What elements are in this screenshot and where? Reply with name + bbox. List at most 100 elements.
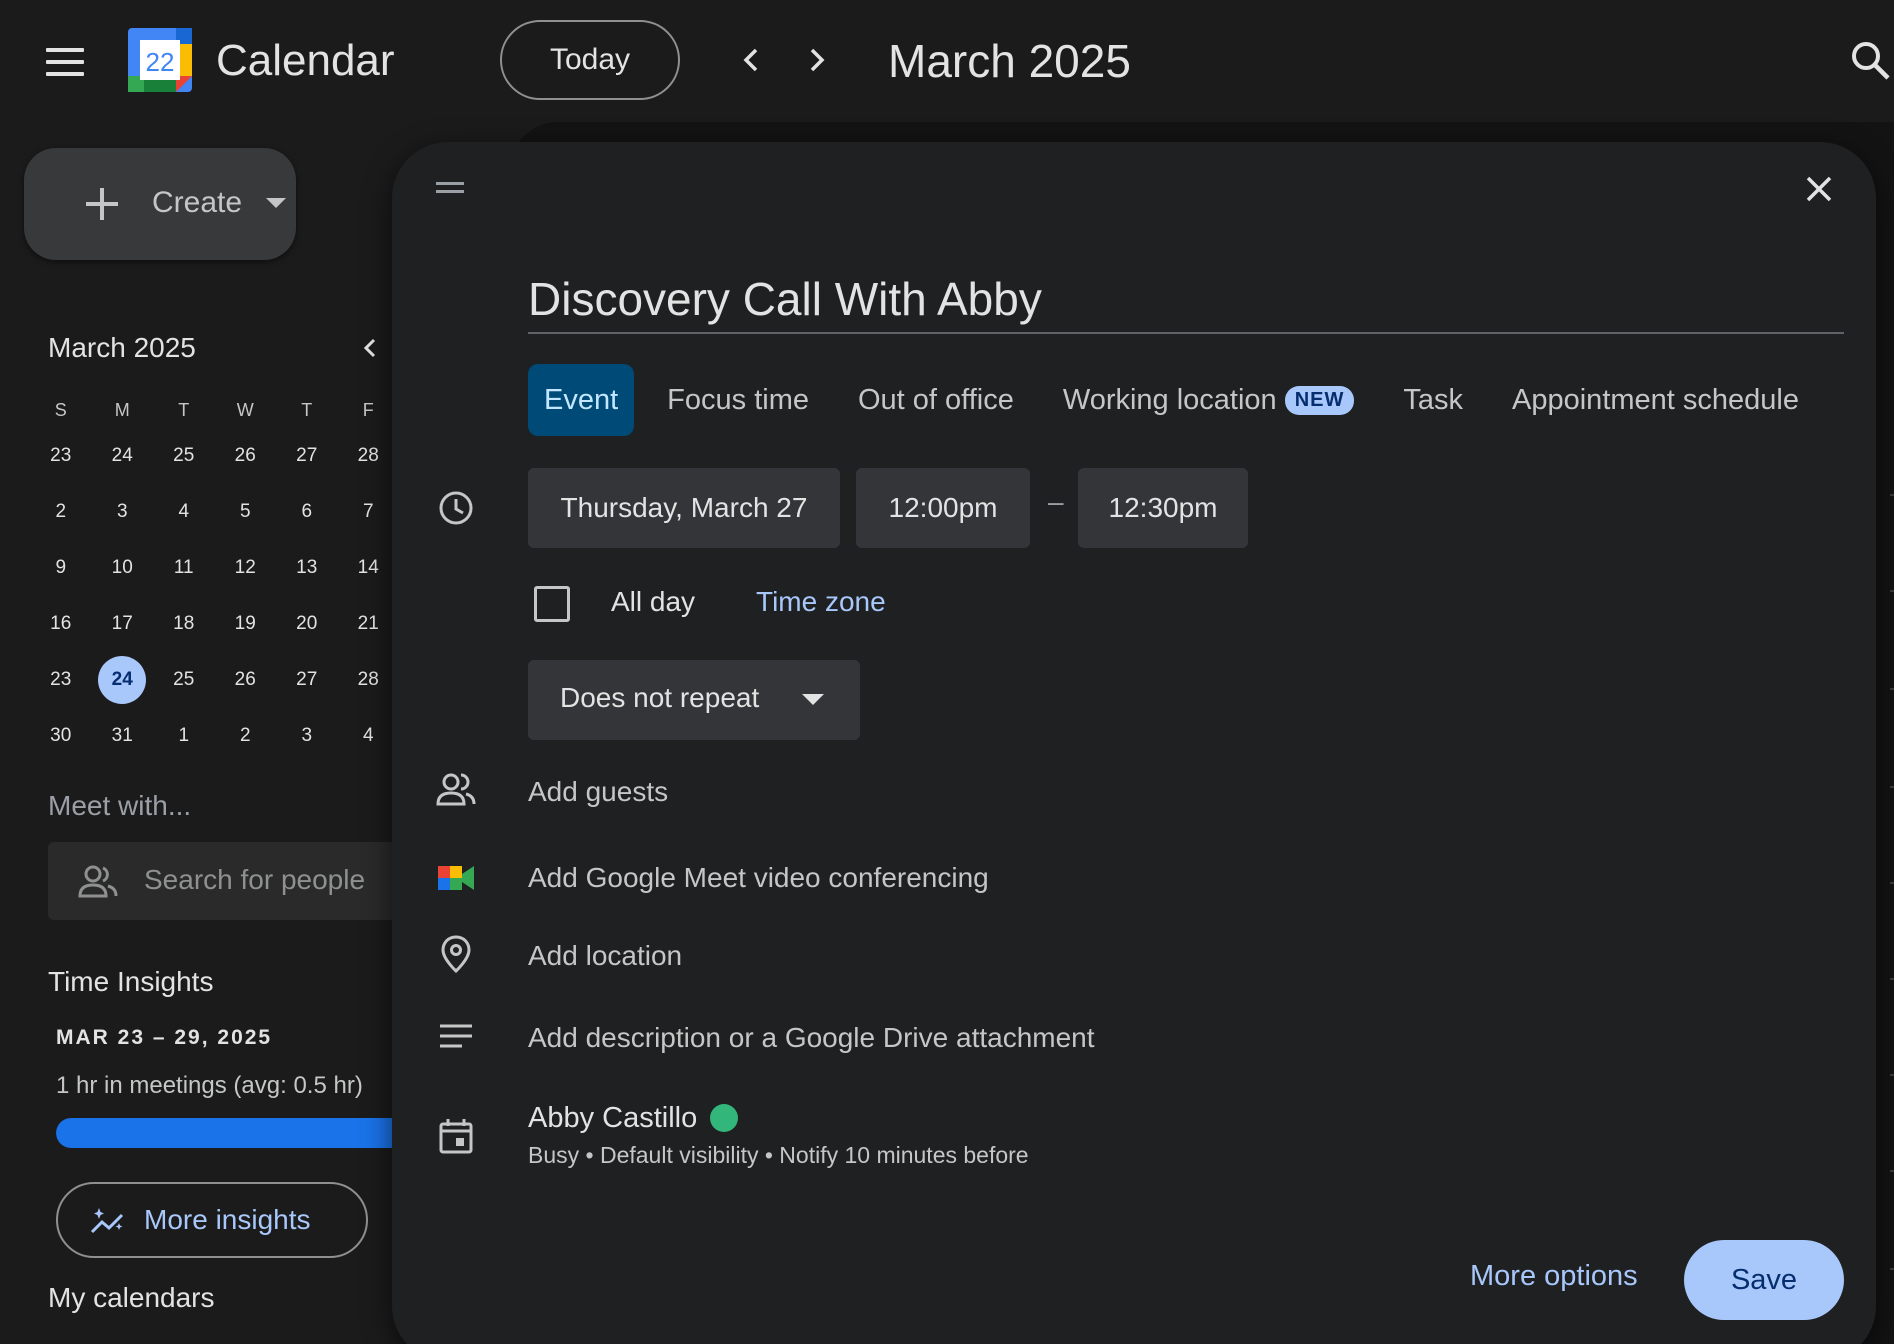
grid-line	[1890, 494, 1894, 496]
tab-focus-time[interactable]: Focus time	[651, 364, 825, 436]
mini-calendar-day[interactable]: 24	[92, 432, 154, 480]
mini-calendar-day[interactable]: 26	[215, 656, 277, 704]
mini-calendar-day[interactable]: 21	[338, 600, 400, 648]
mini-calendar-day[interactable]: 25	[153, 432, 215, 480]
calendar-logo-icon: 22	[128, 28, 192, 92]
tab-task[interactable]: Task	[1387, 364, 1479, 436]
main-menu-button[interactable]	[46, 48, 84, 76]
mini-calendar-day[interactable]: 7	[338, 488, 400, 536]
tab-appointment-schedule[interactable]: Appointment schedule	[1496, 364, 1815, 436]
add-description-field[interactable]: Add description or a Google Drive attach…	[528, 1022, 1095, 1054]
mini-calendar-day[interactable]: 6	[276, 488, 338, 536]
mini-calendar-day[interactable]: 2	[215, 712, 277, 760]
time-zone-link[interactable]: Time zone	[756, 586, 886, 618]
all-day-checkbox[interactable]	[534, 586, 570, 622]
day-number: 30	[50, 725, 72, 746]
previous-period-button[interactable]	[732, 40, 772, 80]
mini-calendar-day[interactable]: 12	[215, 544, 277, 592]
mini-calendar-day[interactable]: 25	[153, 656, 215, 704]
mini-calendar-day[interactable]: 30	[30, 712, 92, 760]
all-day-label[interactable]: All day	[611, 586, 695, 618]
more-insights-button[interactable]: More insights	[56, 1182, 368, 1258]
calendar-owner-name[interactable]: Abby Castillo	[528, 1102, 697, 1135]
mini-calendar-day[interactable]: 9	[30, 544, 92, 592]
mini-calendar-day[interactable]: 23	[30, 656, 92, 704]
mini-calendar-day[interactable]: 19	[215, 600, 277, 648]
day-number: 23	[50, 445, 72, 466]
mini-calendar-day[interactable]: 2	[30, 488, 92, 536]
create-button[interactable]: Create	[24, 148, 296, 260]
save-button[interactable]: Save	[1684, 1240, 1844, 1320]
day-number: 31	[111, 725, 133, 746]
mini-calendar-day[interactable]: 28	[338, 432, 400, 480]
google-meet-icon	[438, 866, 474, 890]
mini-calendar-day[interactable]: 20	[276, 600, 338, 648]
mini-calendar-day[interactable]: 5	[215, 488, 277, 536]
event-color-picker[interactable]	[710, 1104, 738, 1132]
day-number: 6	[301, 501, 313, 522]
drag-handle[interactable]	[436, 182, 464, 196]
mini-calendar-day[interactable]: 27	[276, 656, 338, 704]
insights-sparkle-icon	[90, 1208, 124, 1234]
day-number: 28	[357, 445, 379, 466]
add-location-field[interactable]: Add location	[528, 940, 682, 972]
add-guests-field[interactable]: Add guests	[528, 776, 668, 808]
mini-calendar-week: 9 10 11 12 13 14	[30, 540, 400, 596]
day-number: 21	[357, 613, 379, 634]
mini-calendar-day[interactable]: 16	[30, 600, 92, 648]
tab-label: Working location	[1062, 383, 1277, 416]
mini-calendar-day[interactable]: 4	[338, 712, 400, 760]
close-button[interactable]	[1802, 172, 1836, 206]
mini-calendar-day[interactable]: 31	[92, 712, 154, 760]
day-number: 9	[55, 557, 67, 578]
more-options-button[interactable]: More options	[1470, 1260, 1638, 1293]
tab-out-of-office[interactable]: Out of office	[842, 364, 1030, 436]
tab-event[interactable]: Event	[528, 364, 635, 436]
mini-calendar-day[interactable]: 1	[153, 712, 215, 760]
chevron-left-icon	[363, 338, 376, 358]
day-number: 17	[111, 613, 133, 634]
mini-calendar-week: 2 3 4 5 6 7	[30, 484, 400, 540]
weekday-label: T	[178, 399, 190, 420]
grid-line	[1890, 1170, 1894, 1172]
time-insights-summary: 1 hr in meetings (avg: 0.5 hr)	[56, 1072, 363, 1099]
add-meet-button[interactable]: Add Google Meet video conferencing	[528, 862, 989, 894]
menu-line	[46, 72, 84, 76]
my-calendars-title[interactable]: My calendars	[48, 1282, 215, 1314]
calendar-owner-details[interactable]: Busy • Default visibility • Notify 10 mi…	[528, 1142, 1029, 1169]
next-period-button[interactable]	[796, 40, 836, 80]
mini-calendar-day[interactable]: 10	[92, 544, 154, 592]
start-time-button[interactable]: 12:00pm	[856, 468, 1030, 548]
day-number: 24	[111, 445, 133, 466]
mini-calendar-day[interactable]: 14	[338, 544, 400, 592]
mini-calendar-day[interactable]: 17	[92, 600, 154, 648]
event-title-input[interactable]	[528, 266, 1844, 334]
mini-calendar-day[interactable]: 11	[153, 544, 215, 592]
caret-down-icon	[266, 198, 286, 208]
mini-calendar-day[interactable]: 13	[276, 544, 338, 592]
repeat-dropdown[interactable]: Does not repeat	[528, 660, 860, 740]
day-number: 4	[178, 501, 190, 522]
weekday-label: T	[301, 399, 313, 420]
mini-calendar-day[interactable]: 27	[276, 432, 338, 480]
mini-calendar-day[interactable]: 3	[92, 488, 154, 536]
end-time-button[interactable]: 12:30pm	[1078, 468, 1248, 548]
description-icon	[440, 1024, 472, 1048]
mini-calendar-day[interactable]: 18	[153, 600, 215, 648]
mini-calendar-day[interactable]: 4	[153, 488, 215, 536]
today-button[interactable]: Today	[500, 20, 680, 100]
people-search-input[interactable]: Search for people	[48, 842, 408, 920]
mini-calendar-day[interactable]: 3	[276, 712, 338, 760]
mini-calendar-day[interactable]: 26	[215, 432, 277, 480]
tab-working-location[interactable]: Working location NEW	[1047, 364, 1371, 436]
current-month-label: March 2025	[888, 35, 1131, 87]
day-number: 5	[239, 501, 251, 522]
mini-calendar-day[interactable]: 24	[92, 656, 154, 704]
search-button[interactable]	[1848, 38, 1894, 84]
event-date-button[interactable]: Thursday, March 27	[528, 468, 840, 548]
mini-calendar-prev-button[interactable]	[356, 334, 384, 362]
mini-calendar-day[interactable]: 28	[338, 656, 400, 704]
repeat-label: Does not repeat	[560, 682, 760, 713]
mini-calendar-day[interactable]: 23	[30, 432, 92, 480]
meet-with-title: Meet with...	[48, 790, 192, 821]
